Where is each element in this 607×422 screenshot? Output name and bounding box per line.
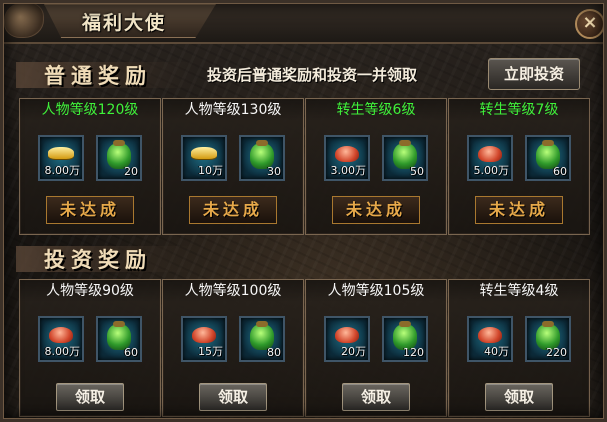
item-quantity: 60: [553, 165, 567, 178]
card-requirement: 人物等级130级: [163, 99, 303, 121]
invest-notice: 投资后普通奖励和投资一并领取: [207, 66, 418, 84]
investment-reward-card: 转生等级4级 40万 220 领取: [448, 279, 590, 417]
item-quantity: 15万: [198, 345, 223, 358]
normal-reward-card: 转生等级6级 3.00万 50 未达成: [305, 98, 447, 235]
reward-slot[interactable]: 5.00万: [467, 135, 513, 181]
reward-slot[interactable]: 80: [239, 316, 285, 362]
reward-slot[interactable]: 30: [239, 135, 285, 181]
claim-button[interactable]: 领取: [485, 383, 553, 411]
item-quantity: 20万: [341, 345, 366, 358]
reward-slot[interactable]: 3.00万: [324, 135, 370, 181]
status-not-reached: 未达成: [46, 196, 134, 224]
item-quantity: 10万: [198, 164, 223, 177]
status-not-reached: 未达成: [475, 196, 563, 224]
card-requirement: 人物等级100级: [163, 280, 303, 302]
invest-now-button[interactable]: 立即投资: [488, 58, 580, 90]
claim-button[interactable]: 领取: [56, 383, 124, 411]
red-gem-icon: [335, 327, 359, 343]
red-gem-icon: [335, 146, 359, 162]
normal-rewards-title: 普通奖励: [44, 63, 152, 88]
card-requirement: 人物等级90级: [20, 280, 160, 302]
item-quantity: 60: [124, 346, 138, 359]
reward-slot[interactable]: 8.00万: [38, 316, 84, 362]
reward-slot[interactable]: 15万: [181, 316, 227, 362]
reward-slot[interactable]: 120: [382, 316, 428, 362]
card-requirement: 人物等级105级: [306, 280, 446, 302]
gold-ingot-icon: [191, 147, 217, 159]
item-quantity: 8.00万: [44, 345, 81, 358]
status-not-reached: 未达成: [332, 196, 420, 224]
item-quantity: 3.00万: [330, 164, 367, 177]
investment-reward-card: 人物等级100级 15万 80 领取: [162, 279, 304, 417]
dragon-emblem-icon: [4, 2, 44, 38]
item-quantity: 30: [267, 165, 281, 178]
reward-slot[interactable]: 20万: [324, 316, 370, 362]
card-requirement: 转生等级6级: [306, 99, 446, 121]
red-gem-icon: [192, 327, 216, 343]
red-gem-icon: [478, 327, 502, 343]
card-requirement: 转生等级7级: [449, 99, 589, 121]
claim-button[interactable]: 领取: [342, 383, 410, 411]
reward-slot[interactable]: 10万: [181, 135, 227, 181]
welfare-ambassador-window: { "window": {"title": "福利大使", "close_lab…: [0, 0, 607, 422]
item-quantity: 8.00万: [44, 164, 81, 177]
red-gem-icon: [478, 146, 502, 162]
reward-slot[interactable]: 220: [525, 316, 571, 362]
reward-slot[interactable]: 50: [382, 135, 428, 181]
investment-reward-card: 人物等级105级 20万 120 领取: [305, 279, 447, 417]
reward-slot[interactable]: 8.00万: [38, 135, 84, 181]
reward-slot[interactable]: 60: [525, 135, 571, 181]
reward-slot[interactable]: 60: [96, 316, 142, 362]
item-quantity: 80: [267, 346, 281, 359]
gold-ingot-icon: [48, 147, 74, 159]
card-requirement: 人物等级120级: [20, 99, 160, 121]
investment-rewards-title: 投资奖励: [44, 247, 152, 272]
item-quantity: 40万: [484, 345, 509, 358]
close-button[interactable]: ×: [575, 9, 605, 39]
normal-reward-card: 人物等级130级 10万 30 未达成: [162, 98, 304, 235]
red-gem-icon: [49, 327, 73, 343]
claim-button[interactable]: 领取: [199, 383, 267, 411]
item-quantity: 20: [124, 165, 138, 178]
status-not-reached: 未达成: [189, 196, 277, 224]
normal-reward-card: 转生等级7级 5.00万 60 未达成: [448, 98, 590, 235]
normal-reward-card: 人物等级120级 8.00万 20 未达成: [19, 98, 161, 235]
reward-slot[interactable]: 20: [96, 135, 142, 181]
item-quantity: 50: [410, 165, 424, 178]
title-bar[interactable]: 福利大使 ×: [0, 0, 607, 44]
window-title: 福利大使: [82, 12, 167, 34]
reward-slot[interactable]: 40万: [467, 316, 513, 362]
investment-reward-card: 人物等级90级 8.00万 60 领取: [19, 279, 161, 417]
item-quantity: 120: [403, 346, 424, 359]
item-quantity: 220: [546, 346, 567, 359]
item-quantity: 5.00万: [473, 164, 510, 177]
card-requirement: 转生等级4级: [449, 280, 589, 302]
